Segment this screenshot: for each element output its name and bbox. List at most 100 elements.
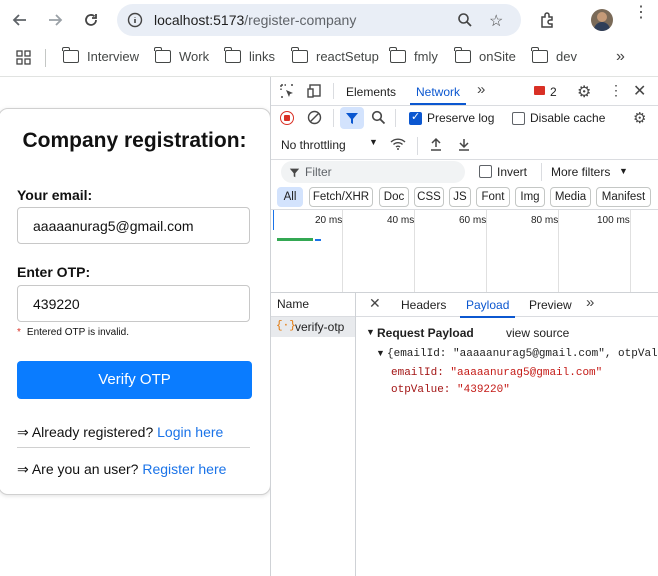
registration-card: Company registration: Your email: aaaaan… (0, 108, 271, 495)
xhr-braces-icon: {·} (276, 320, 296, 332)
chip-font[interactable]: Font (476, 187, 510, 207)
bookmark-label: links (249, 49, 276, 64)
tab-payload[interactable]: Payload (459, 298, 516, 318)
view-source-link[interactable]: view source (506, 326, 569, 340)
name-column-header[interactable]: Name (271, 292, 355, 317)
devtools-tabbar: Elements Network » 2 ⚙ ⋮ ✕ (271, 77, 658, 106)
toolbar-divider (333, 109, 334, 127)
register-link[interactable]: Register here (142, 461, 226, 477)
record-stop-icon[interactable] (280, 111, 294, 125)
chip-manifest[interactable]: Manifest (596, 187, 651, 207)
chip-doc[interactable]: Doc (379, 187, 409, 207)
bookmark-folder-reactsetup[interactable]: reactSetup (291, 47, 379, 64)
settings-gear-icon[interactable]: ⚙ (577, 82, 591, 102)
preserve-log-checkbox[interactable] (409, 110, 422, 125)
chip-js[interactable]: JS (449, 187, 471, 207)
device-toolbar-icon[interactable] (307, 83, 323, 99)
more-tabs-chevron-icon[interactable]: » (586, 294, 594, 311)
chip-fetch-xhr[interactable]: Fetch/XHR (309, 187, 373, 207)
zoom-icon[interactable] (457, 12, 473, 33)
tab-preview[interactable]: Preview (529, 298, 572, 312)
chevron-down-icon[interactable]: ▼ (619, 166, 628, 176)
more-bookmarks-chevron-icon[interactable]: » (616, 48, 625, 66)
disable-cache-label: Disable cache (530, 111, 606, 125)
inspect-element-icon[interactable] (279, 83, 295, 99)
request-row[interactable]: {·} verify-otp (271, 317, 355, 337)
bookmark-folder-dev[interactable]: dev (531, 47, 577, 64)
chip-css[interactable]: CSS (414, 187, 444, 207)
error-text: Entered OTP is invalid. (26, 327, 129, 338)
browser-menu-icon[interactable]: ⋮ (633, 5, 649, 21)
filter-input[interactable]: Filter (281, 161, 465, 183)
clear-icon[interactable] (307, 110, 322, 125)
import-har-icon[interactable] (429, 137, 443, 151)
verify-otp-button[interactable]: Verify OTP (17, 361, 252, 399)
request-name: verify-otp (295, 320, 345, 334)
already-text: ⇒ Already registered? (17, 424, 158, 440)
expand-triangle-icon[interactable]: ▼ (376, 348, 385, 358)
otp-label: Enter OTP: (17, 264, 91, 280)
timeline-label: 60 ms (459, 215, 487, 226)
tab-elements[interactable]: Elements (346, 85, 396, 99)
network-settings-gear-icon[interactable]: ⚙ (633, 109, 646, 127)
url-text[interactable]: localhost:5173/register-company (154, 12, 356, 28)
more-filters-dropdown[interactable]: More filters (551, 165, 610, 179)
close-details-icon[interactable]: ✕ (369, 295, 381, 312)
bookmark-folder-work[interactable]: Work (154, 47, 209, 64)
error-count[interactable]: 2 (550, 85, 557, 99)
request-payload-heading[interactable]: Request Payload (377, 326, 474, 340)
payload-summary[interactable]: {emailId: "aaaaanurag5@gmail.com", otpVa… (387, 348, 658, 360)
error-badge-icon[interactable] (534, 86, 545, 95)
chevron-down-icon[interactable]: ▼ (369, 137, 378, 147)
devtools-menu-icon[interactable]: ⋮ (609, 82, 623, 99)
network-conditions-wifi-icon[interactable] (389, 137, 407, 151)
tab-network[interactable]: Network (409, 85, 467, 105)
disable-cache-checkbox[interactable] (512, 112, 525, 125)
filter-toggle[interactable] (340, 107, 364, 129)
filter-placeholder: Filter (305, 165, 332, 179)
preserve-log-label: Preserve log (427, 111, 495, 125)
payload-otp-key: otpValue: (391, 384, 451, 396)
bookmark-folder-fmly[interactable]: fmly (389, 47, 438, 64)
close-devtools-icon[interactable]: ✕ (633, 81, 646, 101)
expand-triangle-icon[interactable]: ▼ (366, 327, 375, 337)
bookmark-folder-onsite[interactable]: onSite (454, 47, 516, 64)
url-path: /register-company (244, 12, 357, 28)
chip-all[interactable]: All (277, 187, 303, 207)
back-arrow-icon[interactable] (10, 10, 30, 30)
bookmark-star-icon[interactable]: ☆ (489, 11, 503, 31)
name-header-label: Name (277, 297, 310, 311)
reload-icon[interactable] (81, 10, 101, 30)
browser-toolbar: localhost:5173/register-company ☆ ⋮ (0, 0, 658, 40)
toolbar-divider (417, 137, 418, 155)
url-host: localhost:5173 (154, 12, 245, 28)
otp-field[interactable]: 439220 (17, 285, 250, 322)
chip-img[interactable]: Img (515, 187, 545, 207)
apps-grid-icon[interactable] (16, 50, 31, 70)
folder-icon (154, 47, 171, 63)
throttling-select[interactable]: No throttling (281, 138, 346, 152)
network-timeline[interactable]: 20 ms 40 ms 60 ms 80 ms 100 ms (271, 209, 658, 293)
bookmark-folder-links[interactable]: links (224, 47, 276, 64)
bookmarks-divider (45, 49, 46, 67)
search-icon[interactable] (371, 110, 386, 125)
bookmark-label: fmly (414, 49, 438, 64)
tab-headers[interactable]: Headers (401, 298, 446, 312)
page-content: Company registration: Your email: aaaaan… (0, 77, 271, 576)
forward-arrow-icon[interactable] (45, 10, 65, 30)
more-tabs-chevron-icon[interactable]: » (477, 81, 485, 98)
email-field[interactable]: aaaaanurag5@gmail.com (17, 207, 250, 244)
profile-avatar[interactable] (591, 9, 613, 31)
bookmark-folder-interview[interactable]: Interview (62, 47, 139, 64)
folder-icon (62, 47, 79, 63)
timeline-label: 100 ms (597, 215, 630, 226)
extensions-icon[interactable] (539, 11, 557, 34)
folder-icon (291, 47, 308, 63)
export-har-icon[interactable] (457, 137, 471, 151)
invert-checkbox[interactable] (479, 165, 492, 178)
login-link[interactable]: Login here (157, 424, 223, 440)
folder-icon (389, 47, 406, 63)
address-bar[interactable]: localhost:5173/register-company ☆ (117, 4, 521, 36)
chip-media[interactable]: Media (550, 187, 591, 207)
site-info-icon[interactable] (127, 12, 143, 33)
